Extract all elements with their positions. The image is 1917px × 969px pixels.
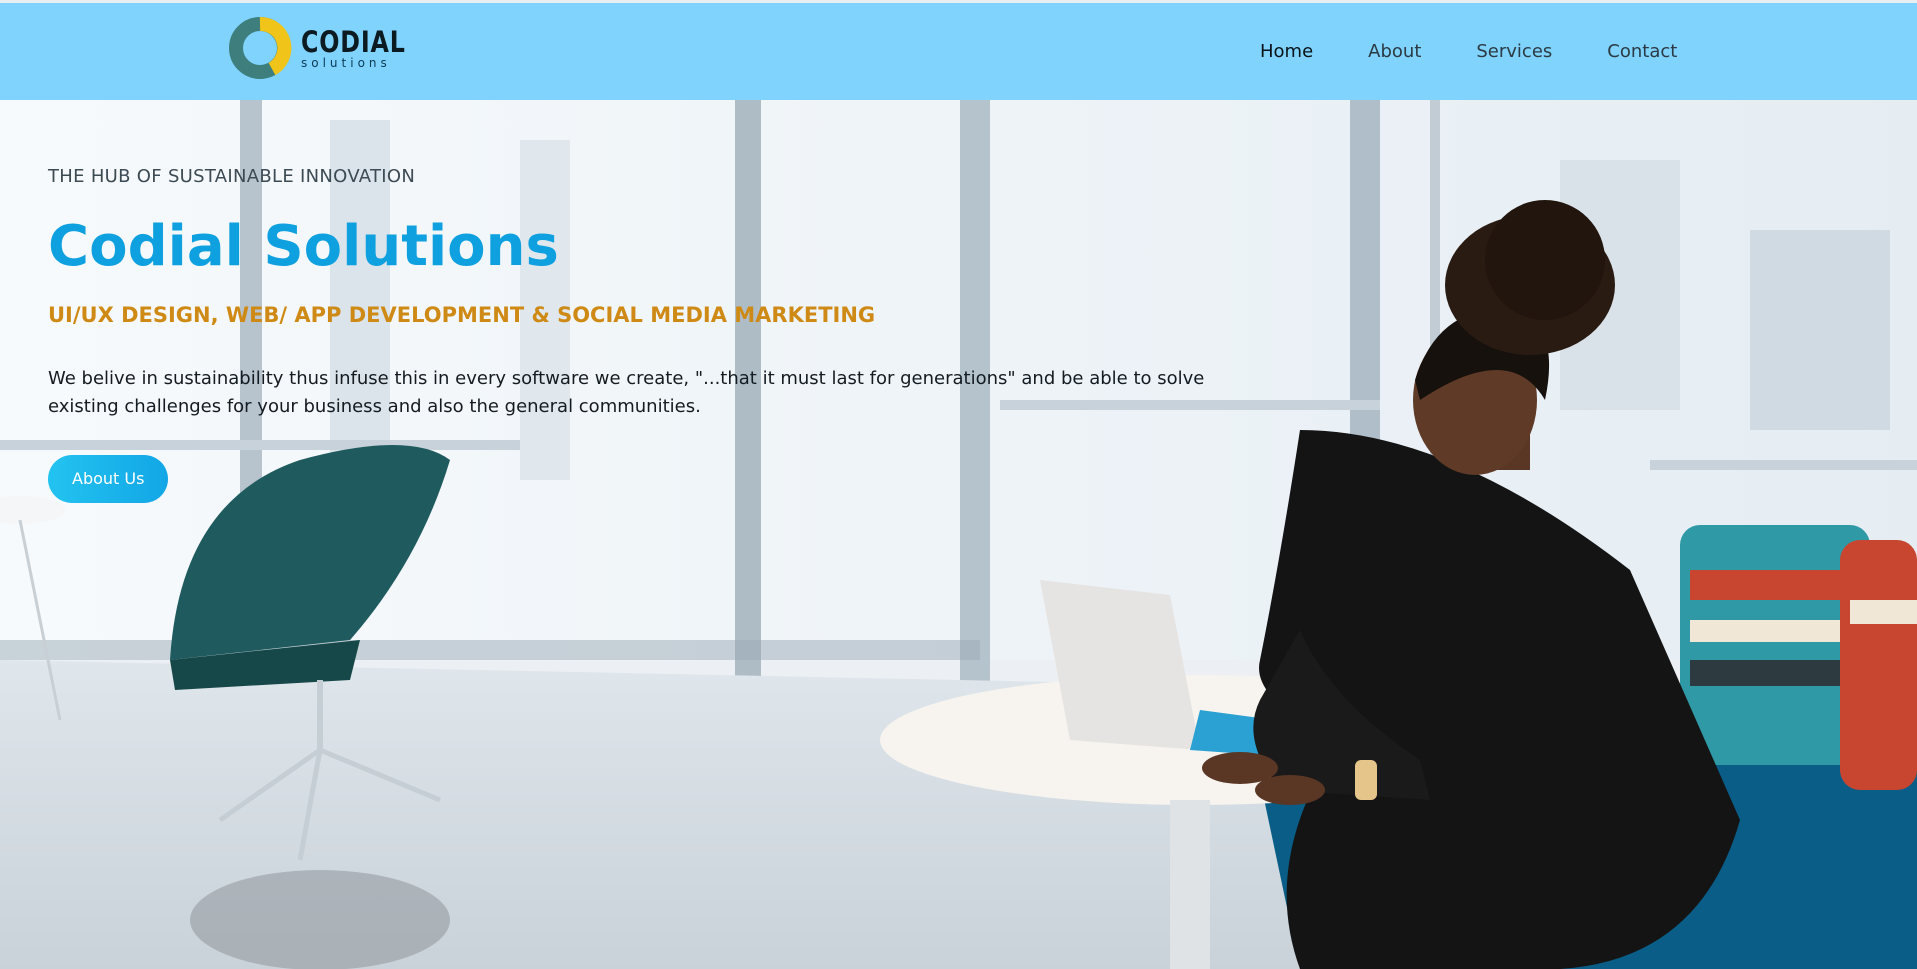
hero-tagline: UI/UX DESIGN, WEB/ APP DEVELOPMENT & SOC… [48,303,876,327]
main-nav: Home About Services Contact [1260,41,1732,62]
nav-home[interactable]: Home [1260,41,1313,62]
hero-title: Codial Solutions [48,214,559,279]
logo-text: CODIAL solutions [301,27,429,70]
logo-wordmark: CODIAL [301,24,406,59]
logo-ring-icon [229,16,292,79]
site-header: CODIAL solutions Home About Services Con… [0,3,1917,100]
brand-logo[interactable]: CODIAL solutions [227,13,407,83]
hero-description: We belive in sustainability thus infuse … [48,368,1205,417]
nav-contact[interactable]: Contact [1607,41,1677,62]
hero-section: THE HUB OF SUSTAINABLE INNOVATION Codial… [0,100,1917,969]
hero-content: THE HUB OF SUSTAINABLE INNOVATION Codial… [48,166,1248,503]
about-us-button[interactable]: About Us [48,455,169,503]
hero-eyebrow: THE HUB OF SUSTAINABLE INNOVATION [48,166,416,187]
nav-about[interactable]: About [1368,41,1421,62]
nav-services[interactable]: Services [1476,41,1552,62]
page: CODIAL solutions Home About Services Con… [0,0,1917,969]
